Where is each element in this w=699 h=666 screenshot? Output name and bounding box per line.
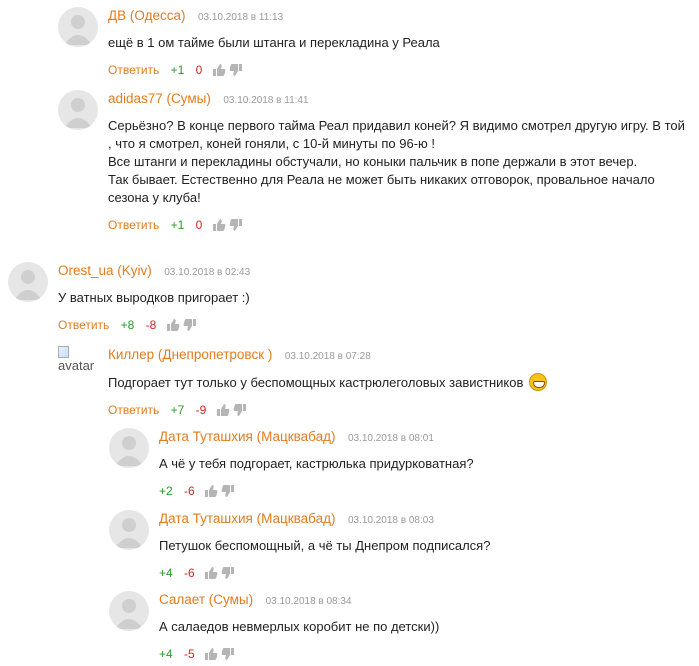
plus-count: +7 xyxy=(170,403,185,417)
comment-actions: Ответить +1 0 xyxy=(108,216,692,234)
comment-actions: Ответить +7 -9 xyxy=(108,401,692,419)
comment-header: Orest_ua (Kyiv) 03.10.2018 в 02:43 xyxy=(58,262,688,280)
thumbs-up-icon[interactable] xyxy=(204,484,218,498)
comment-date: 03.10.2018 в 08:03 xyxy=(347,515,434,526)
comment-body: adidas77 (Сумы) 03.10.2018 в 11:41 Серьё… xyxy=(108,90,692,234)
thumbs-down-icon[interactable] xyxy=(221,484,235,498)
comment-actions: +2 -6 xyxy=(159,482,694,500)
comment-text: А чё у тебя подгорает, кастрюлька придур… xyxy=(159,456,474,471)
avatar-broken-image[interactable]: avatar xyxy=(58,346,102,386)
comment-author[interactable]: Киллер (Днепропетровск ) xyxy=(108,347,272,362)
reply-button[interactable]: Ответить xyxy=(108,63,159,77)
comment-author[interactable]: Дата Туташхия (Мацквабад) xyxy=(159,429,335,444)
comment-date: 03.10.2018 в 07:28 xyxy=(284,351,371,362)
thumbs-up-icon[interactable] xyxy=(166,318,180,332)
avatar[interactable] xyxy=(58,90,98,130)
avatar[interactable] xyxy=(109,510,149,550)
plus-count: +4 xyxy=(159,647,173,661)
comment-text: У ватных выродков пригорает :) xyxy=(58,290,250,305)
comment-text: Петушок беспомощный, а чё ты Днепром под… xyxy=(159,538,491,553)
comment-body: Салает (Сумы) 03.10.2018 в 08:34 А салае… xyxy=(159,591,694,663)
avatar[interactable] xyxy=(109,591,149,631)
comment-date: 03.10.2018 в 02:43 xyxy=(164,267,251,278)
comment-author[interactable]: ДВ (Одесса) xyxy=(108,8,186,23)
comment-date: 03.10.2018 в 11:41 xyxy=(223,95,309,106)
comment-body: Дата Туташхия (Мацквабад) 03.10.2018 в 0… xyxy=(159,510,694,582)
minus-count: -6 xyxy=(184,566,195,580)
comment-author[interactable]: Orest_ua (Kyiv) xyxy=(58,263,152,278)
minus-count: -5 xyxy=(184,647,195,661)
comment-header: Дата Туташхия (Мацквабад) 03.10.2018 в 0… xyxy=(159,510,694,528)
plus-count: +1 xyxy=(170,218,185,232)
reply-button[interactable]: Ответить xyxy=(108,218,159,232)
comment-text: А салаедов невмерлых коробит не по детск… xyxy=(159,619,440,634)
comment-body: ДВ (Одесса) 03.10.2018 в 11:13 ещё в 1 о… xyxy=(108,7,688,79)
minus-count: 0 xyxy=(195,63,203,77)
thumbs-up-icon[interactable] xyxy=(212,218,226,232)
comment-actions: +4 -5 xyxy=(159,645,694,663)
thumbs-up-icon[interactable] xyxy=(212,63,226,77)
comment-date: 03.10.2018 в 08:01 xyxy=(347,433,434,444)
comment-author[interactable]: adidas77 (Сумы) xyxy=(108,91,211,106)
minus-count: -8 xyxy=(145,318,157,332)
comment-text: Серьёзно? В конце первого тайма Реал при… xyxy=(108,118,685,205)
minus-count: -6 xyxy=(184,484,195,498)
comment-date: 03.10.2018 в 11:13 xyxy=(197,12,284,23)
comment-body: Киллер (Днепропетровск ) 03.10.2018 в 07… xyxy=(108,346,692,419)
comment-actions: Ответить +1 0 xyxy=(108,61,688,79)
reply-button[interactable]: Ответить xyxy=(108,403,159,417)
minus-count: 0 xyxy=(195,218,203,232)
plus-count: +1 xyxy=(170,63,185,77)
grinning-emoji-icon xyxy=(528,373,547,391)
avatar[interactable] xyxy=(109,428,149,468)
thumbs-down-icon[interactable] xyxy=(183,318,197,332)
comment-actions: +4 -6 xyxy=(159,564,694,582)
thumbs-up-icon[interactable] xyxy=(204,647,218,661)
comment-text: ещё в 1 ом тайме были штанга и переклади… xyxy=(108,35,440,50)
thumbs-up-icon[interactable] xyxy=(204,566,218,580)
comment-actions: Ответить +8 -8 xyxy=(58,316,688,334)
thumbs-down-icon[interactable] xyxy=(229,63,243,77)
avatar-alt-text: avatar xyxy=(58,358,95,373)
thumbs-down-icon[interactable] xyxy=(229,218,243,232)
comment-text: Подгорает тут только у беспомощных кастр… xyxy=(108,373,692,392)
plus-count: +8 xyxy=(120,318,135,332)
comment-header: Киллер (Днепропетровск ) 03.10.2018 в 07… xyxy=(108,346,692,364)
plus-count: +2 xyxy=(159,484,173,498)
minus-count: -9 xyxy=(195,403,207,417)
thumbs-down-icon[interactable] xyxy=(221,647,235,661)
avatar[interactable] xyxy=(8,262,48,302)
thumbs-down-icon[interactable] xyxy=(233,403,247,417)
comment-author[interactable]: Дата Туташхия (Мацквабад) xyxy=(159,511,335,526)
comment-author[interactable]: Салает (Сумы) xyxy=(159,592,253,607)
comment-header: adidas77 (Сумы) 03.10.2018 в 11:41 xyxy=(108,90,692,108)
comment-header: Салает (Сумы) 03.10.2018 в 08:34 xyxy=(159,591,694,609)
reply-button[interactable]: Ответить xyxy=(58,318,109,332)
comment-date: 03.10.2018 в 08:34 xyxy=(265,596,352,607)
comment-body: Orest_ua (Kyiv) 03.10.2018 в 02:43 У ват… xyxy=(58,262,688,334)
thumbs-up-icon[interactable] xyxy=(216,403,230,417)
thumbs-down-icon[interactable] xyxy=(221,566,235,580)
comment-body: Дата Туташхия (Мацквабад) 03.10.2018 в 0… xyxy=(159,428,694,500)
comment-header: ДВ (Одесса) 03.10.2018 в 11:13 xyxy=(108,7,688,25)
avatar[interactable] xyxy=(58,7,98,47)
comment-text-content: Подгорает тут только у беспомощных кастр… xyxy=(108,375,524,390)
comment-header: Дата Туташхия (Мацквабад) 03.10.2018 в 0… xyxy=(159,428,694,446)
plus-count: +4 xyxy=(159,566,173,580)
broken-image-icon xyxy=(58,346,69,358)
